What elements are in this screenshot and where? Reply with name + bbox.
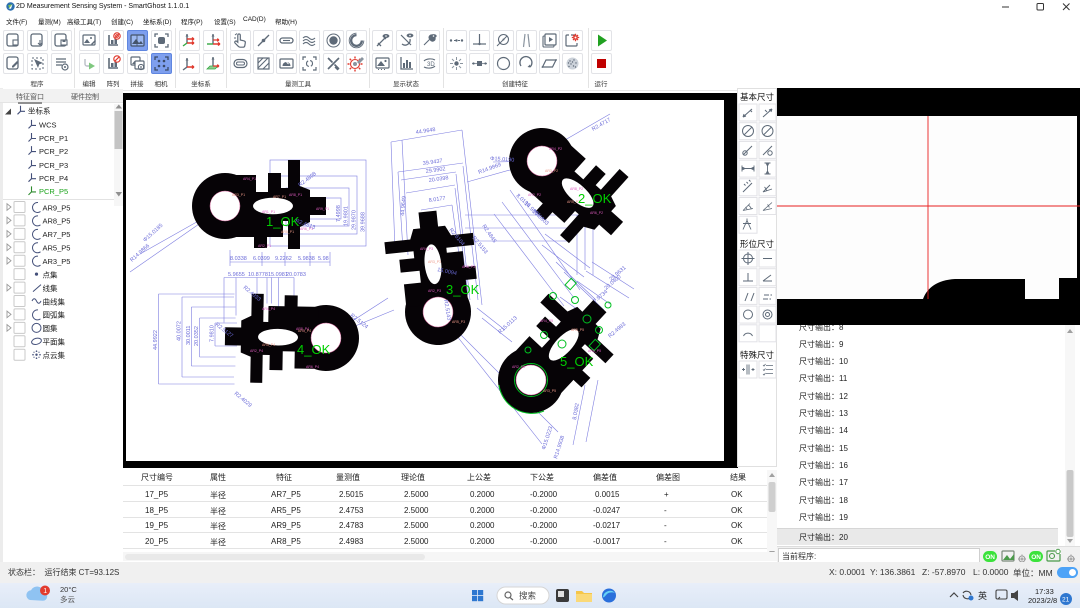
svg-text:PCR_P1: PCR_P1: [39, 134, 68, 143]
svg-text:8.0177: 8.0177: [428, 196, 445, 204]
svg-text:AR3_P1: AR3_P1: [232, 193, 245, 197]
svg-text:2023/2/8: 2023/2/8: [1028, 596, 1057, 605]
svg-text:4_OK: 4_OK: [297, 342, 331, 357]
svg-text:3D: 3D: [427, 62, 435, 68]
svg-text:AR8_P1: AR8_P1: [289, 193, 302, 197]
svg-text:5_OK: 5_OK: [560, 354, 594, 369]
svg-text:30.0011: 30.0011: [186, 326, 192, 345]
svg-text:PCR_P4: PCR_P4: [39, 174, 68, 183]
svg-text:AR5_P5: AR5_P5: [571, 328, 584, 332]
svg-text:39.9688: 39.9688: [361, 212, 367, 232]
svg-text:AR6_P1: AR6_P1: [300, 227, 313, 231]
svg-text:Φ15.0185: Φ15.0185: [142, 223, 164, 244]
svg-text:PCR_P5: PCR_P5: [39, 187, 68, 196]
svg-text:形位尺寸: 形位尺寸: [740, 239, 775, 249]
svg-text:AR9_P1: AR9_P1: [316, 207, 329, 211]
svg-text:圆集: 圆集: [43, 323, 58, 333]
svg-text:平面集: 平面集: [43, 337, 66, 347]
svg-text:1: 1: [43, 588, 47, 595]
svg-text:AR8_P5: AR8_P5: [588, 349, 601, 353]
svg-text:曲线集: 曲线集: [43, 296, 66, 306]
svg-text:5.9838: 5.9838: [298, 256, 315, 262]
svg-text:AR5_P3: AR5_P3: [452, 320, 465, 324]
svg-text:AR9_P5: AR9_P5: [43, 203, 71, 212]
svg-text:21: 21: [1062, 597, 1070, 604]
svg-text:AR6_P2: AR6_P2: [590, 211, 603, 215]
svg-text:AR3_P5: AR3_P5: [543, 389, 556, 393]
svg-text:WCS: WCS: [39, 121, 57, 130]
svg-text:R2.5153: R2.5153: [470, 235, 488, 255]
svg-text:5.98: 5.98: [318, 256, 329, 262]
svg-text:圆弧集: 圆弧集: [43, 310, 66, 320]
svg-text:ON: ON: [1031, 554, 1041, 561]
svg-text:10.8778: 10.8778: [248, 272, 268, 278]
svg-text:15.0981: 15.0981: [268, 272, 288, 278]
svg-text:坐标系: 坐标系: [28, 106, 51, 116]
svg-text:AR4_P1: AR4_P1: [243, 177, 256, 181]
svg-text:AR8_P3: AR8_P3: [462, 265, 475, 269]
svg-text:R2.4808: R2.4808: [298, 171, 318, 189]
svg-text:R2.4029: R2.4029: [233, 391, 253, 409]
svg-text:20.0398: 20.0398: [428, 175, 449, 184]
svg-text:PCR_P2: PCR_P2: [39, 147, 68, 156]
svg-text:R15.0113: R15.0113: [497, 315, 518, 335]
svg-text:17:33: 17:33: [1035, 587, 1054, 596]
svg-text:AR4_P4: AR4_P4: [262, 307, 275, 311]
svg-text:AR5_P4: AR5_P4: [262, 343, 275, 347]
svg-text:19.9801: 19.9801: [344, 206, 350, 226]
svg-text:20°C: 20°C: [60, 585, 77, 594]
svg-text:AR7_P1: AR7_P1: [273, 195, 286, 199]
svg-text:线集: 线集: [43, 283, 58, 293]
svg-text:AR6_P4: AR6_P4: [306, 365, 319, 369]
svg-text:AR2_P4: AR2_P4: [250, 349, 263, 353]
svg-text:20.0783: 20.0783: [286, 272, 306, 278]
svg-text:AR4_P2: AR4_P2: [549, 147, 562, 151]
svg-text:点云集: 点云集: [43, 350, 66, 360]
svg-text:AR2_P5: AR2_P5: [512, 365, 525, 369]
svg-text:R14.9866: R14.9866: [129, 243, 151, 263]
svg-text:AR2_P3: AR2_P3: [428, 289, 441, 293]
svg-text:7.9810: 7.9810: [210, 325, 216, 342]
svg-text:特殊尺寸: 特殊尺寸: [740, 350, 775, 360]
svg-text:29.9870: 29.9870: [352, 210, 358, 230]
svg-text:9.2262: 9.2262: [275, 256, 292, 262]
svg-text:Φ15.0223: Φ15.0223: [541, 426, 554, 451]
svg-text:AR3_P5: AR3_P5: [43, 257, 71, 266]
svg-text:英: 英: [978, 590, 987, 601]
svg-text:ON: ON: [985, 554, 995, 561]
svg-text:44.9922: 44.9922: [153, 330, 159, 350]
svg-text:AR5_P5: AR5_P5: [43, 244, 71, 253]
svg-text:R14.9869: R14.9869: [478, 162, 502, 176]
svg-text:搜索: 搜索: [519, 591, 536, 601]
svg-text:AR3_P2: AR3_P2: [545, 169, 558, 173]
svg-text:Φ15.0190: Φ15.0190: [490, 156, 515, 164]
svg-text:点集: 点集: [43, 269, 58, 279]
svg-text:3_OK: 3_OK: [446, 282, 480, 297]
svg-text:AR2_P2: AR2_P2: [528, 193, 541, 197]
svg-text:40.0072: 40.0072: [177, 321, 183, 341]
svg-text:PCR_P3: PCR_P3: [39, 161, 68, 170]
svg-text:AR8_P5: AR8_P5: [43, 217, 71, 226]
svg-text:R14.9938: R14.9938: [553, 435, 566, 460]
svg-text:1_OK: 1_OK: [266, 214, 300, 229]
svg-text:AR3_P3: AR3_P3: [428, 260, 441, 264]
svg-text:AR4_P3: AR4_P3: [420, 247, 433, 251]
svg-text:AR7_P5: AR7_P5: [43, 230, 71, 239]
svg-text:R2.4717: R2.4717: [591, 117, 612, 133]
svg-text:基本尺寸: 基本尺寸: [740, 92, 775, 102]
svg-text:AR2_P1: AR2_P1: [258, 244, 271, 248]
svg-text:AR3_P4: AR3_P4: [298, 329, 311, 333]
svg-text:R2.4983: R2.4983: [607, 322, 627, 340]
svg-text:39.9437: 39.9437: [422, 158, 443, 167]
svg-text:AR4_P5: AR4_P5: [540, 319, 553, 323]
svg-text:44.9649: 44.9649: [400, 196, 408, 216]
svg-text:5.9655: 5.9655: [228, 272, 245, 278]
svg-text:7.4998: 7.4998: [336, 205, 342, 222]
svg-text:8.0338: 8.0338: [230, 256, 247, 262]
svg-text:多云: 多云: [60, 594, 75, 604]
svg-text:AR5_P1: AR5_P1: [281, 230, 294, 234]
svg-text:2_OK: 2_OK: [578, 191, 612, 206]
svg-text:20.0352: 20.0352: [194, 326, 200, 346]
svg-text:6.0399: 6.0399: [253, 256, 270, 262]
